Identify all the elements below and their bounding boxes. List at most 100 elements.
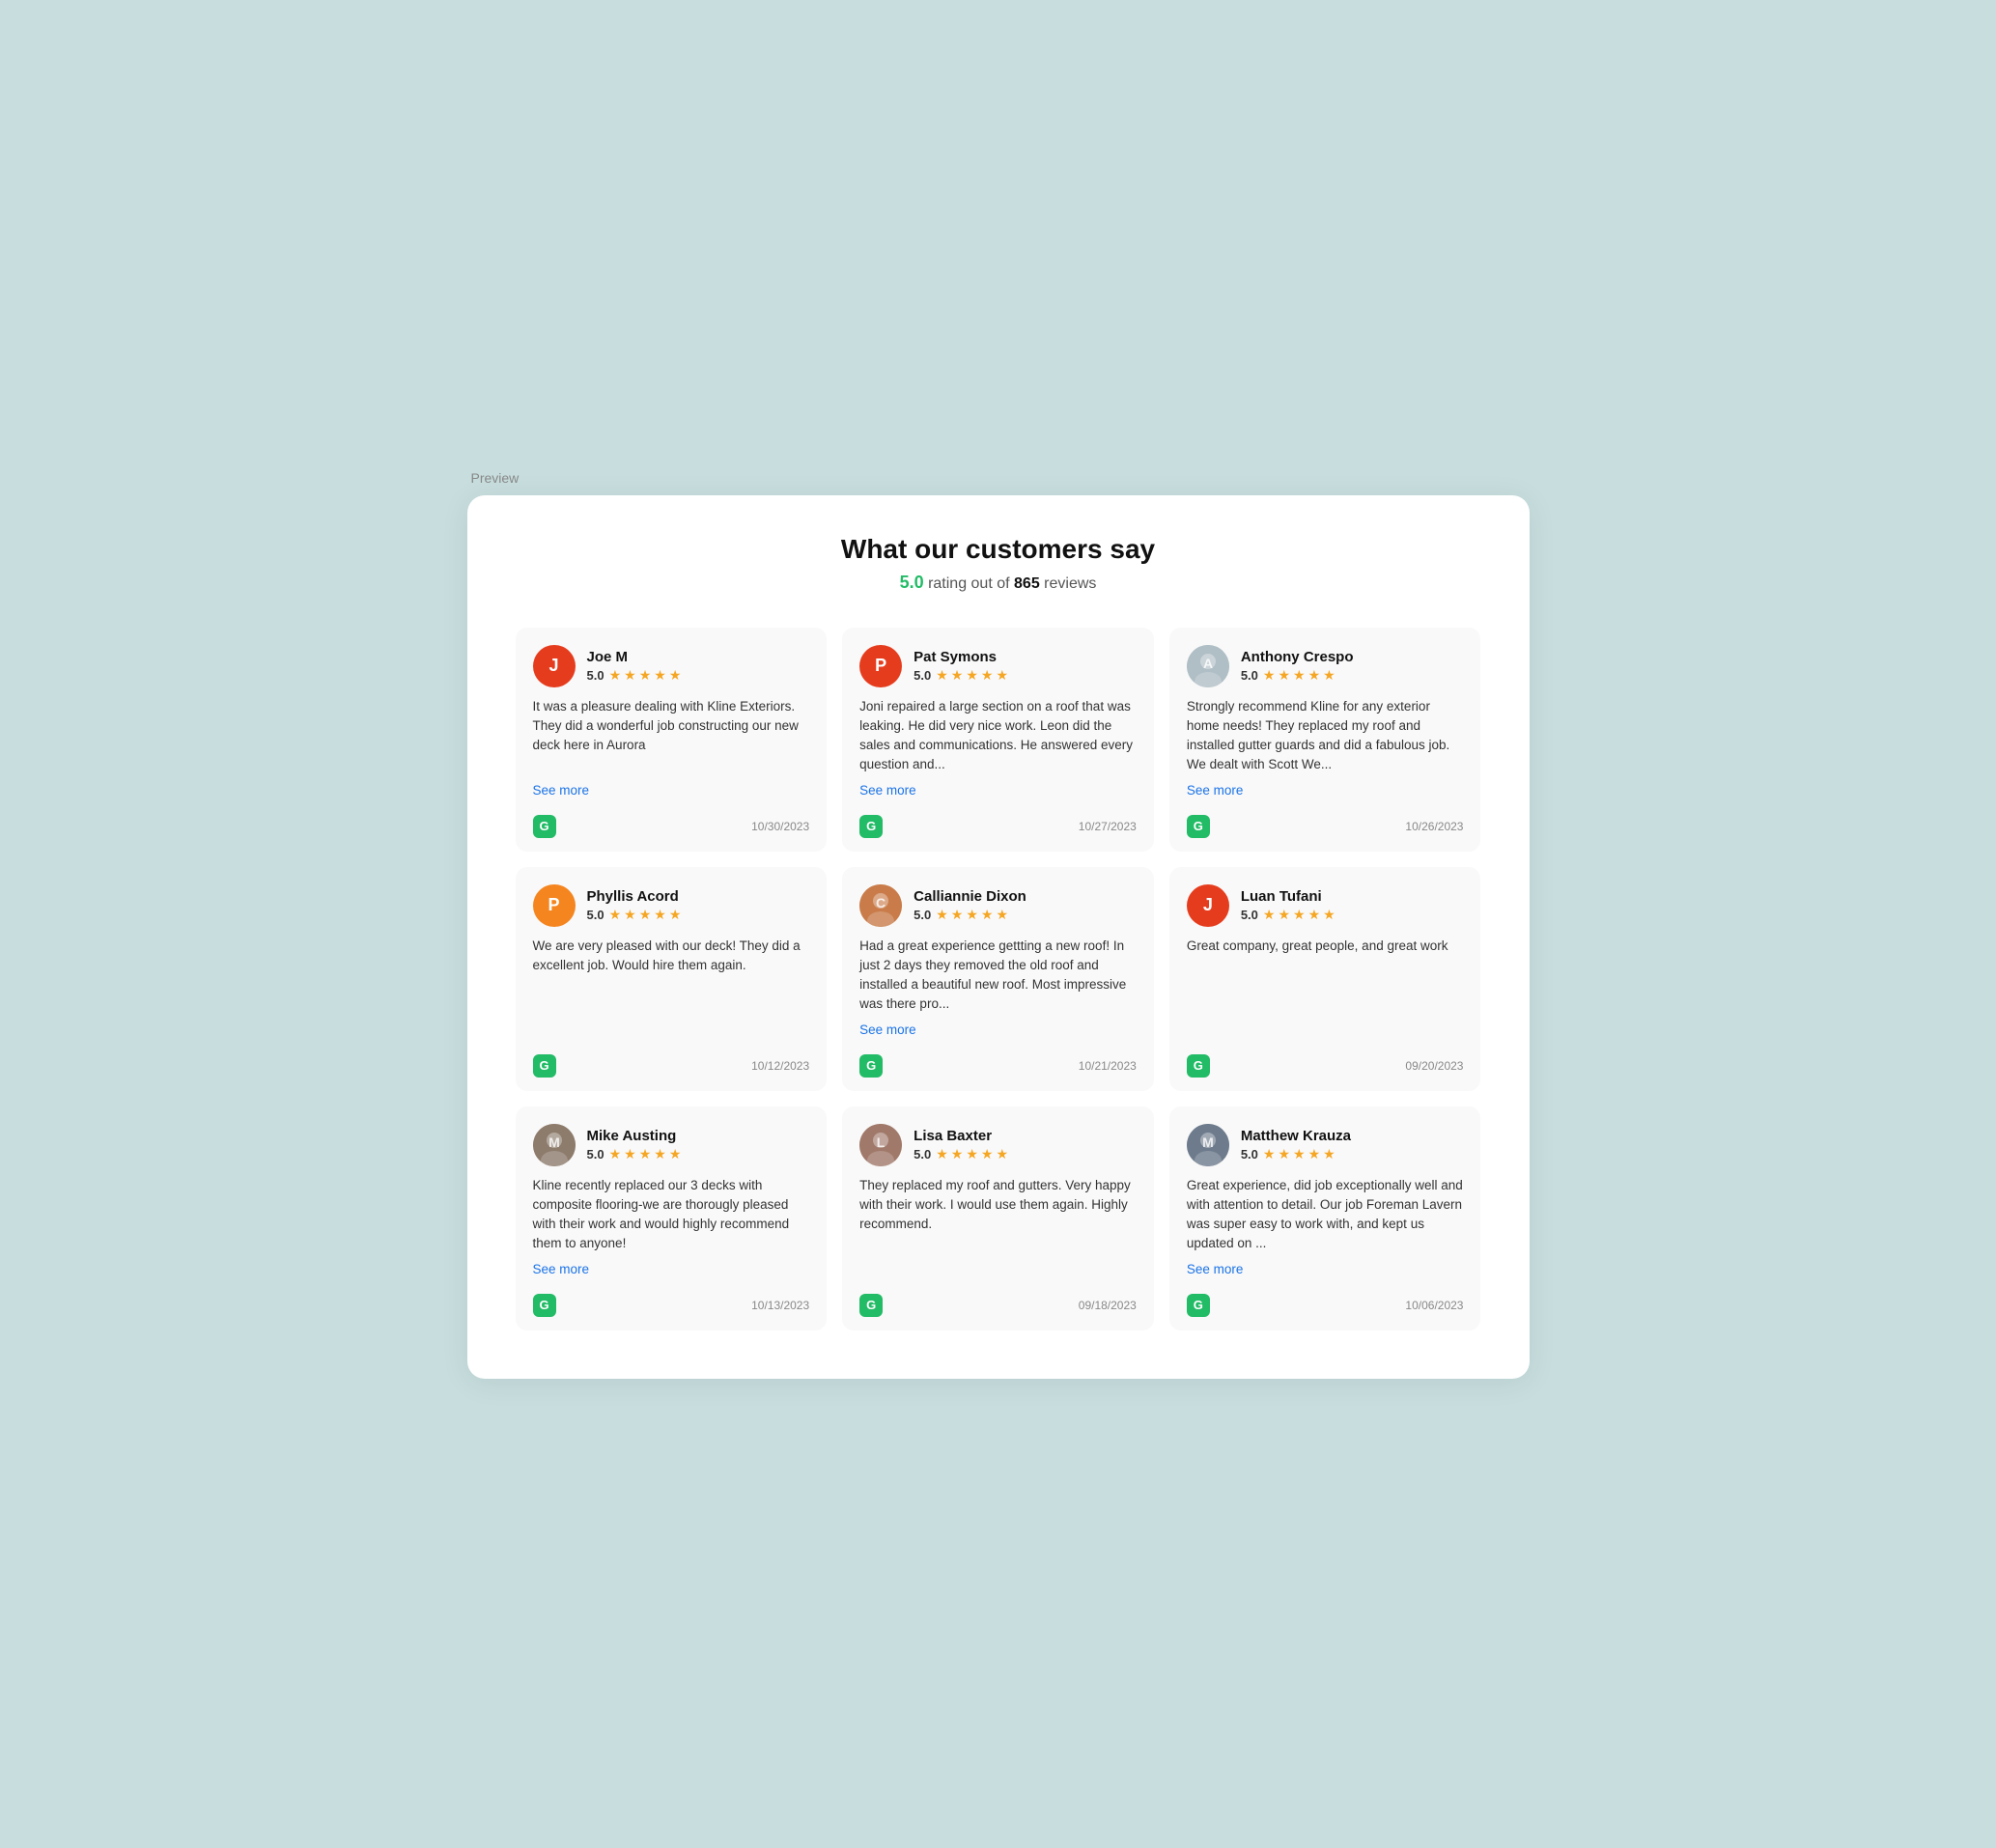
review-date: 10/27/2023 [1079,820,1137,833]
review-suffix: reviews [1044,575,1096,592]
svg-text:M: M [1202,1134,1214,1150]
platform-icon: G [533,1294,556,1317]
star-icon: ★ [624,1146,636,1162]
star-icon: ★ [654,667,666,684]
see-more-link[interactable]: See more [533,783,810,798]
svg-text:C: C [876,895,886,910]
star-icon: ★ [1278,667,1290,684]
rating-score: 5.0 [914,1147,931,1162]
review-date: 09/20/2023 [1405,1059,1463,1073]
reviewer-header: C Calliannie Dixon 5.0★★★★★ [859,884,1137,927]
reviewer-header: M Matthew Krauza 5.0★★★★★ [1187,1124,1464,1166]
review-card: P Pat Symons 5.0★★★★★ Joni repaired a la… [842,628,1154,852]
review-card: A Anthony Crespo 5.0★★★★★ Strongly recom… [1169,628,1481,852]
review-text: We are very pleased with our deck! They … [533,937,810,1039]
avatar: L [859,1124,902,1166]
star-icon: ★ [936,1146,948,1162]
stars: 5.0★★★★★ [587,1146,682,1162]
reviewer-info: Calliannie Dixon 5.0★★★★★ [914,888,1026,923]
page-title: What our customers say [516,534,1481,565]
platform-icon: G [533,815,556,838]
rating-score: 5.0 [914,908,931,922]
review-card: J Luan Tufani 5.0★★★★★ Great company, gr… [1169,867,1481,1091]
platform-icon: G [859,815,883,838]
star-icon: ★ [654,907,666,923]
avatar: A [1187,645,1229,687]
star-icon: ★ [1308,1146,1321,1162]
see-more-link[interactable]: See more [1187,783,1464,798]
star-icon: ★ [951,667,964,684]
review-footer: G 09/20/2023 [1187,1047,1464,1078]
reviewer-name: Anthony Crespo [1241,649,1354,665]
review-date: 10/13/2023 [751,1299,809,1312]
star-icon: ★ [981,907,994,923]
platform-icon: G [859,1054,883,1078]
review-date: 09/18/2023 [1079,1299,1137,1312]
platform-icon: G [1187,815,1210,838]
avatar: J [533,645,576,687]
stars: 5.0★★★★★ [914,907,1026,923]
see-more-link[interactable]: See more [1187,1262,1464,1276]
reviewer-header: P Pat Symons 5.0★★★★★ [859,645,1137,687]
review-date: 10/26/2023 [1405,820,1463,833]
star-icon: ★ [1263,1146,1276,1162]
rating-score: 5.0 [587,1147,604,1162]
platform-icon: G [1187,1054,1210,1078]
see-more-link[interactable]: See more [859,783,1137,798]
reviewer-name: Lisa Baxter [914,1128,1008,1144]
rating-text: rating out of [928,575,1010,592]
review-text: Kline recently replaced our 3 decks with… [533,1176,810,1254]
star-icon: ★ [936,667,948,684]
star-icon: ★ [966,907,978,923]
review-footer: G 09/18/2023 [859,1286,1137,1317]
review-footer: G 10/27/2023 [859,807,1137,838]
review-text: Great experience, did job exceptionally … [1187,1176,1464,1254]
avatar: M [1187,1124,1229,1166]
platform-icon: G [533,1054,556,1078]
reviewer-name: Joe M [587,649,682,665]
review-text: Strongly recommend Kline for any exterio… [1187,697,1464,775]
stars: 5.0★★★★★ [914,1146,1008,1162]
preview-label: Preview [467,470,1530,486]
star-icon: ★ [1263,667,1276,684]
reviewer-header: L Lisa Baxter 5.0★★★★★ [859,1124,1137,1166]
reviewer-info: Luan Tufani 5.0★★★★★ [1241,888,1335,923]
see-more-link[interactable]: See more [859,1022,1137,1037]
avatar: P [859,645,902,687]
star-icon: ★ [1278,907,1290,923]
rating-summary: 5.0 rating out of 865 reviews [516,573,1481,593]
star-icon: ★ [1278,1146,1290,1162]
overall-rating: 5.0 [900,573,924,592]
reviewer-info: Pat Symons 5.0★★★★★ [914,649,1008,684]
star-icon: ★ [1293,907,1306,923]
star-icon: ★ [669,667,682,684]
star-icon: ★ [936,907,948,923]
reviewer-info: Matthew Krauza 5.0★★★★★ [1241,1128,1351,1162]
review-text: Great company, great people, and great w… [1187,937,1464,1039]
svg-text:M: M [548,1134,560,1150]
review-text: Had a great experience gettting a new ro… [859,937,1137,1015]
see-more-link[interactable]: See more [533,1262,810,1276]
platform-icon: G [1187,1294,1210,1317]
review-date: 10/06/2023 [1405,1299,1463,1312]
reviewer-info: Mike Austing 5.0★★★★★ [587,1128,682,1162]
rating-score: 5.0 [914,668,931,683]
svg-text:A: A [1203,656,1213,671]
star-icon: ★ [639,1146,652,1162]
star-icon: ★ [981,1146,994,1162]
star-icon: ★ [1323,1146,1335,1162]
svg-text:L: L [877,1134,886,1150]
reviewer-info: Anthony Crespo 5.0★★★★★ [1241,649,1354,684]
rating-score: 5.0 [1241,908,1258,922]
review-text: They replaced my roof and gutters. Very … [859,1176,1137,1278]
reviewer-name: Luan Tufani [1241,888,1335,905]
reviewer-info: Joe M 5.0★★★★★ [587,649,682,684]
reviewer-name: Phyllis Acord [587,888,682,905]
review-footer: G 10/30/2023 [533,807,810,838]
reviewer-info: Phyllis Acord 5.0★★★★★ [587,888,682,923]
review-text: Joni repaired a large section on a roof … [859,697,1137,775]
review-card: C Calliannie Dixon 5.0★★★★★ Had a great … [842,867,1154,1091]
stars: 5.0★★★★★ [587,907,682,923]
star-icon: ★ [981,667,994,684]
star-icon: ★ [654,1146,666,1162]
